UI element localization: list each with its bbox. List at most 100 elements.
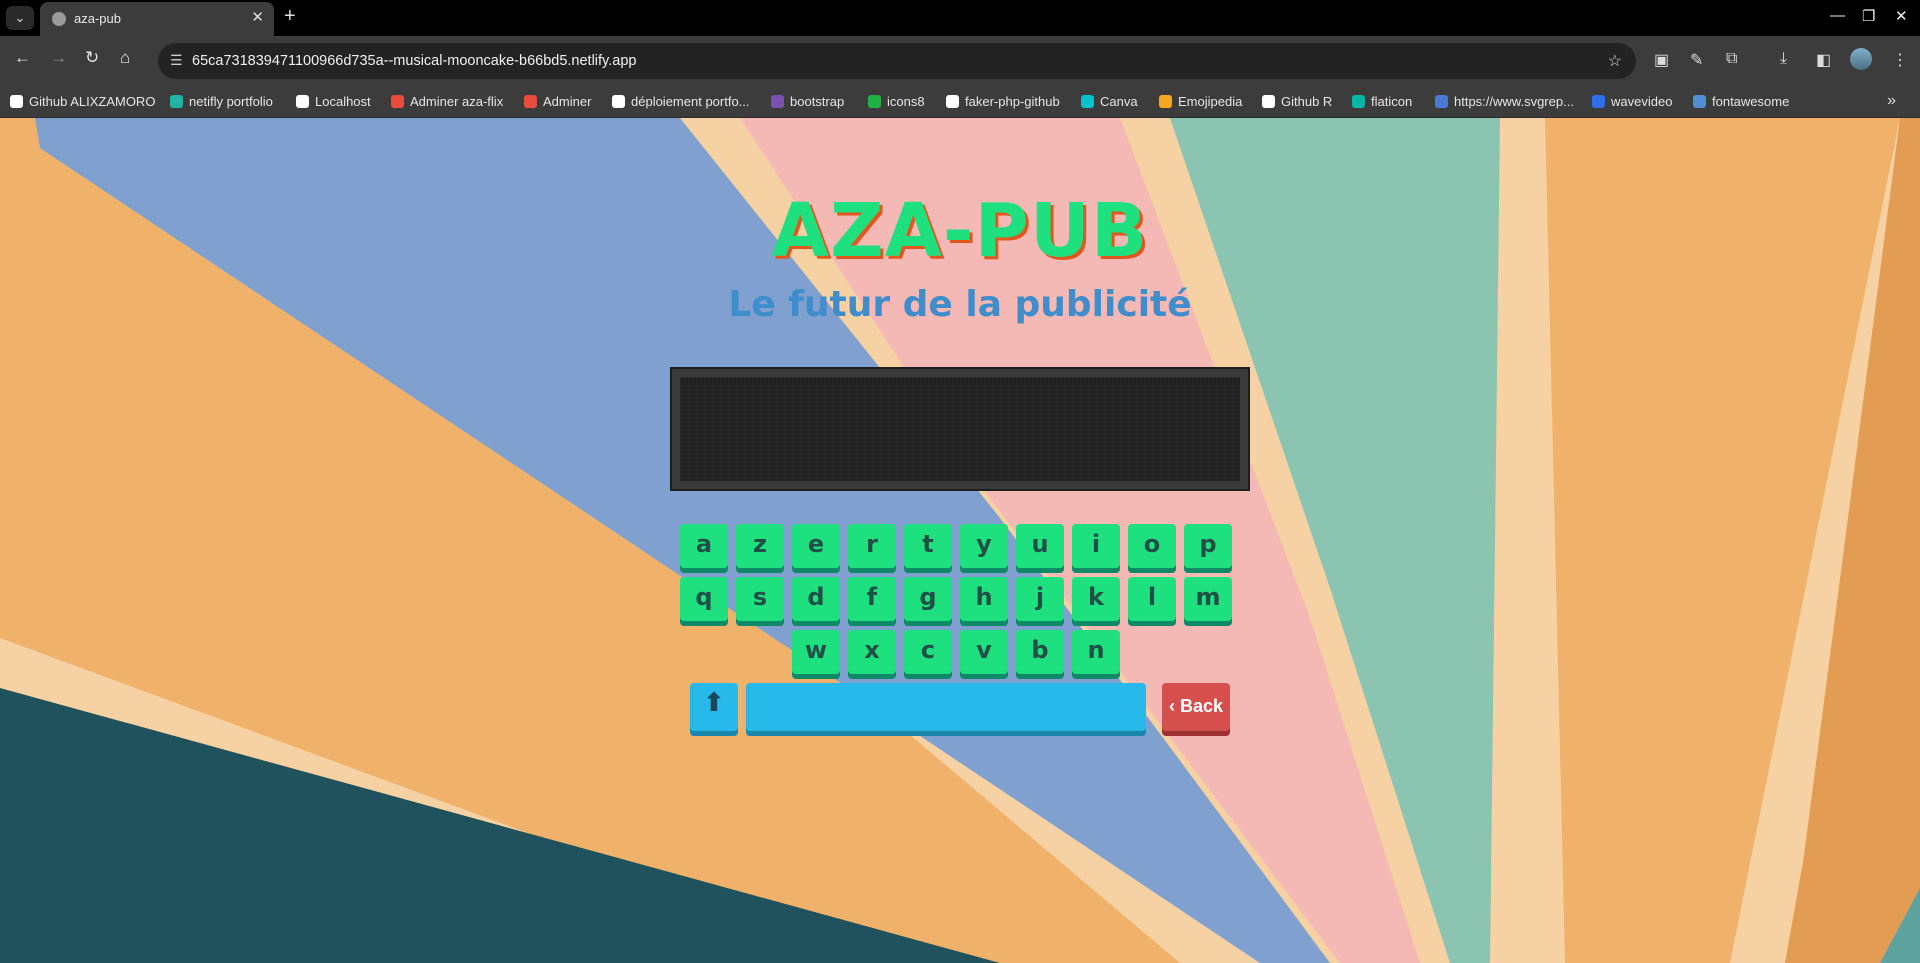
- bookmark-favicon-icon: [391, 95, 404, 108]
- bookmark-item[interactable]: Localhost: [296, 86, 371, 118]
- bookmark-item[interactable]: Adminer aza-flix: [391, 86, 503, 118]
- bookmark-favicon-icon: [1693, 95, 1706, 108]
- close-window-icon[interactable]: ✕: [1895, 7, 1908, 25]
- key-e[interactable]: e: [792, 524, 840, 568]
- key-m[interactable]: m: [1184, 577, 1232, 621]
- bookmark-item[interactable]: netifly portfolio: [170, 86, 273, 118]
- key-c[interactable]: c: [904, 630, 952, 674]
- side-panel-icon[interactable]: ◧: [1816, 50, 1831, 70]
- bookmark-item[interactable]: déploiement portfo...: [612, 86, 750, 118]
- key-v[interactable]: v: [960, 630, 1008, 674]
- home-icon[interactable]: ⌂: [120, 48, 130, 68]
- bookmark-label: fontawesome: [1712, 94, 1790, 109]
- web-page: AZA-PUB Le futur de la publicité azertyu…: [0, 118, 1920, 963]
- bookmark-favicon-icon: [946, 95, 959, 108]
- bookmark-favicon-icon: [771, 95, 784, 108]
- bookmark-item[interactable]: https://www.svgrep...: [1435, 86, 1574, 118]
- key-k[interactable]: k: [1072, 577, 1120, 621]
- bookmark-label: Adminer: [543, 94, 592, 109]
- bookmark-item[interactable]: wavevideo: [1592, 86, 1672, 118]
- tab-strip: ⌄ aza-pub ✕ + — ❐ ✕: [0, 0, 1920, 36]
- key-d[interactable]: d: [792, 577, 840, 621]
- bookmark-favicon-icon: [612, 95, 625, 108]
- forward-arrow-icon[interactable]: →: [50, 48, 67, 68]
- bookmark-item[interactable]: flaticon: [1352, 86, 1412, 118]
- extension-icon[interactable]: ▣: [1654, 50, 1669, 70]
- key-b[interactable]: b: [1016, 630, 1064, 674]
- reload-icon[interactable]: ↻: [85, 48, 99, 68]
- new-tab-button[interactable]: +: [284, 5, 296, 28]
- tab-favicon-icon: [52, 12, 66, 26]
- bookmark-label: icons8: [887, 94, 925, 109]
- key-t[interactable]: t: [904, 524, 952, 568]
- bookmark-label: https://www.svgrep...: [1454, 94, 1574, 109]
- key-f[interactable]: f: [848, 577, 896, 621]
- key-p[interactable]: p: [1184, 524, 1232, 568]
- space-bar[interactable]: [746, 683, 1146, 731]
- bookmark-item[interactable]: Emojipedia: [1159, 86, 1242, 118]
- bookmark-label: wavevideo: [1611, 94, 1673, 109]
- bookmark-item[interactable]: icons8: [868, 86, 925, 118]
- bookmark-favicon-icon: [1435, 95, 1448, 108]
- bookmark-favicon-icon: [1159, 95, 1172, 108]
- bookmark-item[interactable]: Adminer: [524, 86, 591, 118]
- tab-close-icon[interactable]: ✕: [251, 8, 264, 26]
- bookmark-favicon-icon: [1352, 95, 1365, 108]
- display-text: [680, 377, 1240, 481]
- key-w[interactable]: w: [792, 630, 840, 674]
- bookmark-label: bootstrap: [790, 94, 845, 109]
- bookmark-label: Github ALIXZAMORO: [29, 94, 156, 109]
- url-text: 65ca731839471100966d735a--musical-moonca…: [192, 53, 637, 69]
- key-r[interactable]: r: [848, 524, 896, 568]
- key-j[interactable]: j: [1016, 577, 1064, 621]
- bookmark-label: Github R: [1281, 94, 1333, 109]
- key-o[interactable]: o: [1128, 524, 1176, 568]
- key-n[interactable]: n: [1072, 630, 1120, 674]
- bookmark-label: Emojipedia: [1178, 94, 1243, 109]
- key-a[interactable]: a: [680, 524, 728, 568]
- bookmark-item[interactable]: Canva: [1081, 86, 1138, 118]
- download-icon[interactable]: ⤓: [1780, 50, 1787, 68]
- restore-icon[interactable]: ❐: [1862, 7, 1875, 25]
- bookmark-item[interactable]: faker-php-github: [946, 86, 1060, 118]
- eyedropper-icon[interactable]: ✎: [1690, 50, 1703, 70]
- key-l[interactable]: l: [1128, 577, 1176, 621]
- bookmark-label: flaticon: [1371, 94, 1413, 109]
- bookmark-favicon-icon: [1081, 95, 1094, 108]
- bookmark-favicon-icon: [524, 95, 537, 108]
- back-arrow-icon[interactable]: ←: [14, 48, 31, 68]
- key-z[interactable]: z: [736, 524, 784, 568]
- bookmark-item[interactable]: Github ALIXZAMORO: [10, 86, 155, 118]
- site-info-icon[interactable]: ☰: [170, 52, 183, 69]
- bookmark-favicon-icon: [1262, 95, 1275, 108]
- tab-search-button[interactable]: ⌄: [6, 6, 34, 30]
- profile-avatar[interactable]: [1850, 48, 1872, 70]
- active-tab[interactable]: aza-pub ✕: [40, 2, 274, 36]
- bookmark-favicon-icon: [10, 95, 23, 108]
- extensions-puzzle-icon[interactable]: ⧉: [1726, 50, 1737, 68]
- key-i[interactable]: i: [1072, 524, 1120, 568]
- ad-display-screen: [670, 367, 1250, 491]
- key-x[interactable]: x: [848, 630, 896, 674]
- bookmark-item[interactable]: Github R: [1262, 86, 1332, 118]
- key-y[interactable]: y: [960, 524, 1008, 568]
- shift-key[interactable]: ⬆: [690, 683, 738, 731]
- key-u[interactable]: u: [1016, 524, 1064, 568]
- tab-title: aza-pub: [74, 11, 121, 26]
- key-h[interactable]: h: [960, 577, 1008, 621]
- menu-dots-icon[interactable]: ⋮: [1892, 50, 1908, 70]
- key-g[interactable]: g: [904, 577, 952, 621]
- browser-toolbar: ← → ↻ ⌂ ☰ 65ca731839471100966d735a--musi…: [0, 36, 1920, 86]
- more-bookmarks-icon[interactable]: »: [1887, 92, 1896, 110]
- bookmark-favicon-icon: [868, 95, 881, 108]
- back-button[interactable]: ‹ Back: [1162, 683, 1230, 731]
- bookmarks-bar: » Github ALIXZAMORO netifly portfolio Loca…: [0, 86, 1920, 118]
- bookmark-item[interactable]: fontawesome: [1693, 86, 1789, 118]
- bookmark-label: Canva: [1100, 94, 1138, 109]
- key-s[interactable]: s: [736, 577, 784, 621]
- address-bar[interactable]: ☰ 65ca731839471100966d735a--musical-moon…: [158, 43, 1636, 79]
- key-q[interactable]: q: [680, 577, 728, 621]
- minimize-icon[interactable]: —: [1830, 7, 1845, 24]
- bookmark-item[interactable]: bootstrap: [771, 86, 844, 118]
- bookmark-star-icon[interactable]: ☆: [1608, 51, 1622, 71]
